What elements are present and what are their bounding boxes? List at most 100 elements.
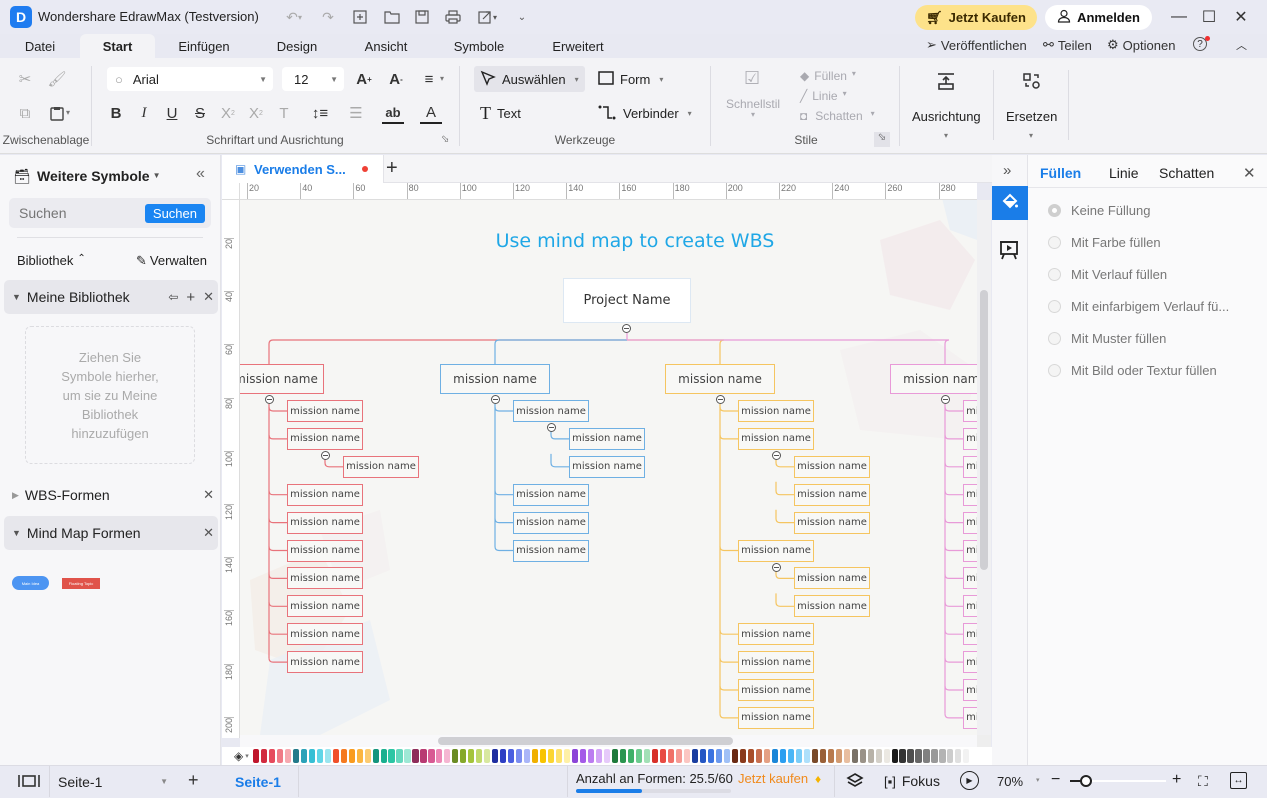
format-painter-icon[interactable]: 🖌︎ (46, 68, 68, 90)
underline-icon[interactable]: U (161, 102, 183, 124)
color-swatch[interactable] (372, 749, 379, 763)
branch-node[interactable]: mission name (890, 364, 977, 394)
color-swatch[interactable] (532, 749, 539, 763)
close-window-button[interactable]: ✕ (1229, 6, 1253, 28)
vertical-scrollbar-thumb[interactable] (980, 290, 988, 570)
color-swatch[interactable] (516, 749, 523, 763)
color-swatch[interactable] (268, 749, 275, 763)
collapse-toggle-icon[interactable] (716, 395, 725, 404)
grandchild-node[interactable]: mission name (794, 455, 870, 478)
child-node[interactable]: mission name (287, 483, 363, 506)
fit-width-icon[interactable]: ↔ (1230, 772, 1247, 789)
palette-dropdown-icon[interactable]: ▾ (245, 752, 249, 760)
share-button[interactable]: ⚯ Teilen (1043, 37, 1092, 53)
print-icon[interactable] (443, 7, 463, 27)
color-swatch[interactable] (707, 749, 714, 763)
grandchild-node[interactable]: mission name (794, 595, 870, 618)
fill-panel-button[interactable] (992, 186, 1028, 220)
color-swatch[interactable] (340, 749, 347, 763)
color-swatch[interactable] (460, 749, 467, 763)
child-node[interactable]: mission name (963, 706, 977, 729)
branch-node[interactable]: mission name (665, 364, 775, 394)
color-swatch[interactable] (691, 749, 698, 763)
color-swatch[interactable] (859, 749, 866, 763)
color-swatch[interactable] (444, 749, 451, 763)
color-swatch[interactable] (580, 749, 587, 763)
child-node[interactable]: mission name (513, 400, 589, 422)
color-swatch[interactable] (492, 749, 499, 763)
bullet-list-icon[interactable]: ☰ (345, 102, 367, 124)
child-node[interactable]: mission name (963, 539, 977, 562)
child-node[interactable]: mission name (738, 706, 814, 729)
tab-erweitert[interactable]: Erweitert (543, 34, 613, 58)
expand-panel-icon[interactable]: » (1003, 162, 1011, 179)
grandchild-node[interactable]: mission name (343, 455, 419, 478)
undo-dropdown-icon[interactable]: ▾ (296, 7, 304, 27)
tab-design[interactable]: Design (268, 34, 326, 58)
page-view-icon[interactable] (18, 774, 40, 791)
fill-bucket-icon[interactable]: ◈ (234, 749, 243, 763)
color-swatch[interactable] (667, 749, 675, 763)
copy-icon[interactable]: ⧉ (14, 102, 36, 124)
color-swatch[interactable] (699, 749, 706, 763)
align-dropdown-icon[interactable]: ▾ (944, 131, 948, 140)
increase-font-icon[interactable]: A + (353, 68, 375, 90)
tab-einfuegen[interactable]: Einfügen (170, 34, 238, 58)
tab-shadow[interactable]: Schatten (1159, 165, 1214, 181)
buy-now-link[interactable]: Jetzt kaufen (738, 771, 808, 786)
grandchild-node[interactable]: mission name (569, 427, 645, 450)
open-folder-icon[interactable] (382, 7, 402, 27)
color-swatch[interactable] (564, 749, 571, 763)
color-swatch[interactable] (947, 749, 954, 763)
page-tab[interactable]: Seite-1 (235, 774, 281, 790)
cut-icon[interactable]: ✂ (14, 68, 36, 90)
child-node[interactable]: mission name (738, 539, 814, 562)
import-icon[interactable]: ⇦ (168, 290, 178, 304)
color-swatch[interactable] (867, 749, 874, 763)
color-swatch[interactable] (955, 749, 962, 763)
login-button[interactable]: Anmelden (1045, 5, 1152, 30)
color-swatch[interactable] (484, 749, 491, 763)
tab-fill[interactable]: Füllen (1040, 165, 1081, 181)
mind-map-shapes-section[interactable]: ▼ Mind Map Formen ✕ (4, 516, 218, 550)
color-swatch[interactable] (811, 749, 818, 763)
font-family-select[interactable]: ○ Arial ▼ (107, 67, 273, 91)
maximize-button[interactable]: ☐ (1197, 6, 1221, 28)
symbol-search-input[interactable] (9, 205, 145, 221)
color-swatch[interactable] (476, 749, 483, 763)
color-swatch[interactable] (723, 749, 730, 763)
color-swatch[interactable] (915, 749, 922, 763)
child-node[interactable]: mission name (963, 427, 977, 450)
radio-button[interactable] (1048, 204, 1061, 217)
color-swatch[interactable] (604, 749, 611, 763)
layers-icon[interactable] (846, 772, 864, 793)
child-node[interactable]: mission name (963, 595, 977, 618)
collapse-toggle-icon[interactable] (772, 562, 781, 572)
zoom-dropdown-icon[interactable]: ▾ (1036, 776, 1040, 784)
child-node[interactable]: mission name (287, 595, 363, 618)
color-swatch[interactable] (899, 749, 906, 763)
color-swatch[interactable] (412, 749, 419, 763)
color-swatch[interactable] (596, 749, 603, 763)
font-size-select[interactable]: 12 ▼ (282, 67, 344, 91)
collapse-panel-icon[interactable]: « (196, 165, 205, 183)
color-swatch[interactable] (572, 749, 579, 763)
color-swatch[interactable] (731, 749, 738, 763)
color-swatch[interactable] (396, 749, 403, 763)
document-tab-title[interactable]: Verwenden S... (254, 162, 346, 177)
library-toggle[interactable]: Bibliothek ⌃ (17, 253, 86, 268)
color-swatch[interactable] (404, 749, 411, 763)
color-swatch[interactable] (500, 749, 507, 763)
highlight-color-icon[interactable]: ab (382, 102, 404, 124)
collapse-toggle-icon[interactable] (491, 395, 500, 404)
color-swatch[interactable] (643, 749, 651, 763)
new-file-icon[interactable] (350, 7, 370, 27)
fill-option-pattern[interactable]: Mit Muster füllen (1048, 331, 1166, 346)
replace-dropdown-icon[interactable]: ▾ (1029, 131, 1033, 140)
floating-topic-shape[interactable]: Floating Topic (62, 578, 100, 589)
color-swatch[interactable] (620, 749, 627, 763)
child-node[interactable]: mission name (963, 651, 977, 674)
child-node[interactable]: mission name (963, 567, 977, 590)
grandchild-node[interactable]: mission name (794, 483, 870, 506)
color-swatch[interactable] (260, 749, 267, 763)
